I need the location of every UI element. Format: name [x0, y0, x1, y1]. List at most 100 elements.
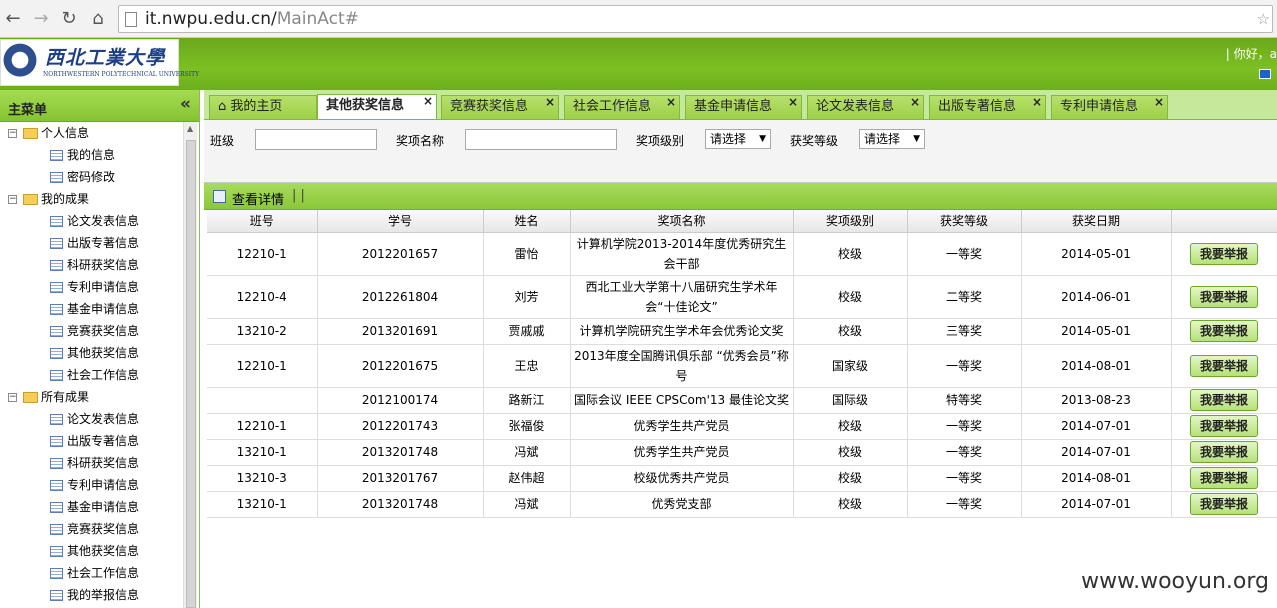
sidebar-item[interactable]: 我的信息: [50, 144, 115, 166]
sidebar-item-label: 论文发表信息: [67, 214, 140, 228]
class-input[interactable]: [255, 129, 377, 150]
column-header[interactable]: 奖项名称: [570, 210, 794, 233]
sidebar-item[interactable]: 竞赛获奖信息: [50, 320, 139, 342]
table-row[interactable]: 13210-1 2013201748 冯斌 优秀学生共产党员 校级 一等奖 2014-07-…: [207, 439, 1277, 466]
table-cell: 优秀学生共产党员: [570, 439, 794, 466]
tab[interactable]: 专利申请信息 ×: [1051, 95, 1168, 119]
sidebar-item[interactable]: 基金申请信息: [50, 496, 139, 518]
sidebar-item[interactable]: 社会工作信息: [50, 364, 139, 386]
column-header[interactable]: [1171, 210, 1277, 233]
report-button[interactable]: 我要举报: [1190, 467, 1258, 489]
toolbar-separator: | |: [292, 188, 305, 203]
report-button[interactable]: 我要举报: [1190, 415, 1258, 437]
tab[interactable]: 基金申请信息 ×: [685, 95, 802, 119]
sidebar-item[interactable]: 科研获奖信息: [50, 254, 139, 276]
home-icon[interactable]: ⌂: [87, 8, 109, 30]
sidebar-item[interactable]: 出版专著信息: [50, 232, 139, 254]
column-header[interactable]: 获奖等级: [907, 210, 1022, 233]
report-button[interactable]: 我要举报: [1190, 320, 1258, 342]
table-cell: 校级: [793, 465, 908, 492]
tree-group[interactable]: − 个人信息: [8, 122, 89, 144]
sidebar-item[interactable]: 论文发表信息: [50, 210, 139, 232]
user-menu-icon[interactable]: [1259, 69, 1271, 79]
column-header[interactable]: 姓名: [483, 210, 571, 233]
tab[interactable]: 竞赛获奖信息 ×: [441, 95, 559, 119]
collapse-toggle-icon[interactable]: −: [8, 195, 17, 204]
tab[interactable]: 社会工作信息 ×: [564, 95, 680, 119]
table-cell: 2013年度全国腾讯俱乐部 “优秀会员”称号: [570, 344, 794, 388]
search-form: 班级 奖项名称 奖项级别 请选择 ▼ 获奖等级 请选择 ▼: [204, 120, 1277, 183]
bookmark-star-icon[interactable]: ☆: [1257, 10, 1270, 28]
table-row[interactable]: 13210-2 2013201691 贾戚戚 计算机学院研究生学术年会优秀论文奖 校级三…: [207, 318, 1277, 345]
sidebar-item[interactable]: 竞赛获奖信息: [50, 518, 139, 540]
reload-icon[interactable]: ↻: [58, 8, 80, 30]
scroll-up-icon[interactable]: ▲: [187, 124, 193, 133]
tab[interactable]: ⌂ 我的主页: [209, 95, 317, 119]
sidebar-item-label: 其他获奖信息: [67, 544, 140, 558]
table-row[interactable]: 12210-4 2012261804 刘芳 西北工业大学第十八届研究生学术年会“十佳论…: [207, 275, 1277, 319]
sidebar-item[interactable]: 密码修改: [50, 166, 115, 188]
sidebar-item[interactable]: 社会工作信息: [50, 562, 139, 584]
action-cell: 我要举报: [1171, 413, 1277, 440]
view-details-button[interactable]: 查看详情: [232, 189, 284, 208]
table-row[interactable]: 13210-3 2013201767 赵伟超 校级优秀共产党员 校级 一等奖 2014-08…: [207, 465, 1277, 492]
sidebar-item[interactable]: 论文发表信息: [50, 408, 139, 430]
address-bar[interactable]: it.nwpu.edu.cn/MainAct# ☆: [118, 5, 1273, 33]
home-icon: ⌂: [218, 99, 231, 114]
report-button[interactable]: 我要举报: [1190, 242, 1258, 265]
sidebar-item[interactable]: 专利申请信息: [50, 474, 139, 496]
close-icon[interactable]: ×: [788, 91, 798, 113]
back-icon[interactable]: ←: [2, 8, 24, 30]
table-cell: 13210-1: [207, 491, 318, 518]
sidebar-item[interactable]: 其他获奖信息: [50, 540, 139, 562]
table-row[interactable]: 12210-1 2012201675 王忠 2013年度全国腾讯俱乐部 “优秀会员”称…: [207, 344, 1277, 388]
column-header[interactable]: 班号: [207, 210, 318, 233]
report-button[interactable]: 我要举报: [1190, 354, 1258, 377]
collapse-icon[interactable]: «: [180, 94, 191, 114]
close-icon[interactable]: ×: [1154, 91, 1164, 113]
award-level-value: 请选择: [710, 132, 747, 146]
table-row[interactable]: 12210-1 2012201743 张福俊 优秀学生共产党员 校级 一等奖 2014-07…: [207, 413, 1277, 440]
collapse-toggle-icon[interactable]: −: [8, 129, 17, 138]
close-icon[interactable]: ×: [666, 91, 676, 113]
sidebar-item[interactable]: 其他获奖信息: [50, 342, 139, 364]
prize-grade-select[interactable]: 请选择 ▼: [859, 129, 925, 149]
collapse-toggle-icon[interactable]: −: [8, 393, 17, 402]
close-icon[interactable]: ×: [423, 90, 433, 112]
close-icon[interactable]: ×: [545, 91, 555, 113]
forward-icon[interactable]: →: [30, 8, 52, 30]
edit-icon: [213, 190, 226, 203]
tree-group[interactable]: − 我的成果: [8, 188, 89, 210]
sidebar-item-label: 科研获奖信息: [67, 258, 140, 272]
report-button[interactable]: 我要举报: [1190, 285, 1258, 308]
close-icon[interactable]: ×: [1032, 91, 1042, 113]
tree-group[interactable]: − 所有成果: [8, 386, 89, 408]
report-button[interactable]: 我要举报: [1190, 441, 1258, 463]
award-level-select[interactable]: 请选择 ▼: [705, 129, 771, 149]
column-header[interactable]: 获奖日期: [1021, 210, 1172, 233]
table-cell: 一等奖: [907, 344, 1022, 388]
sidebar-item-label: 出版专著信息: [67, 236, 140, 250]
sidebar-scrollbar[interactable]: ▲: [183, 122, 197, 608]
award-name-input[interactable]: [465, 129, 617, 150]
table-row[interactable]: 13210-1 2013201748 冯斌 优秀党支部 校级 一等奖 2014-07-01 我…: [207, 491, 1277, 518]
sidebar-item[interactable]: 出版专著信息: [50, 430, 139, 452]
report-button[interactable]: 我要举报: [1190, 389, 1258, 411]
tab[interactable]: 论文发表信息 ×: [807, 95, 924, 119]
sidebar-item[interactable]: 基金申请信息: [50, 298, 139, 320]
close-icon[interactable]: ×: [910, 91, 920, 113]
column-header[interactable]: 奖项级别: [793, 210, 908, 233]
tab[interactable]: 出版专著信息 ×: [929, 95, 1046, 119]
column-header[interactable]: 学号: [317, 210, 484, 233]
scrollbar-thumb[interactable]: [186, 140, 196, 608]
sidebar-item[interactable]: 科研获奖信息: [50, 452, 139, 474]
table-row[interactable]: 2012100174 路新江 国际会议 IEEE CPSCom'13 最佳论文奖 国际…: [207, 387, 1277, 414]
table-row[interactable]: 12210-1 2012201657 雷怡 计算机学院2013-2014年度优秀研究生…: [207, 232, 1277, 276]
logo-cn-text: 西北工業大學: [45, 47, 166, 69]
sidebar-item[interactable]: 我的举报信息: [50, 584, 139, 606]
report-button[interactable]: 我要举报: [1190, 493, 1258, 515]
browser-toolbar: ← → ↻ ⌂ it.nwpu.edu.cn/MainAct# ☆: [0, 0, 1277, 38]
table-cell: [207, 387, 318, 414]
sidebar-item[interactable]: 专利申请信息: [50, 276, 139, 298]
tab[interactable]: 其他获奖信息 ×: [317, 94, 437, 119]
